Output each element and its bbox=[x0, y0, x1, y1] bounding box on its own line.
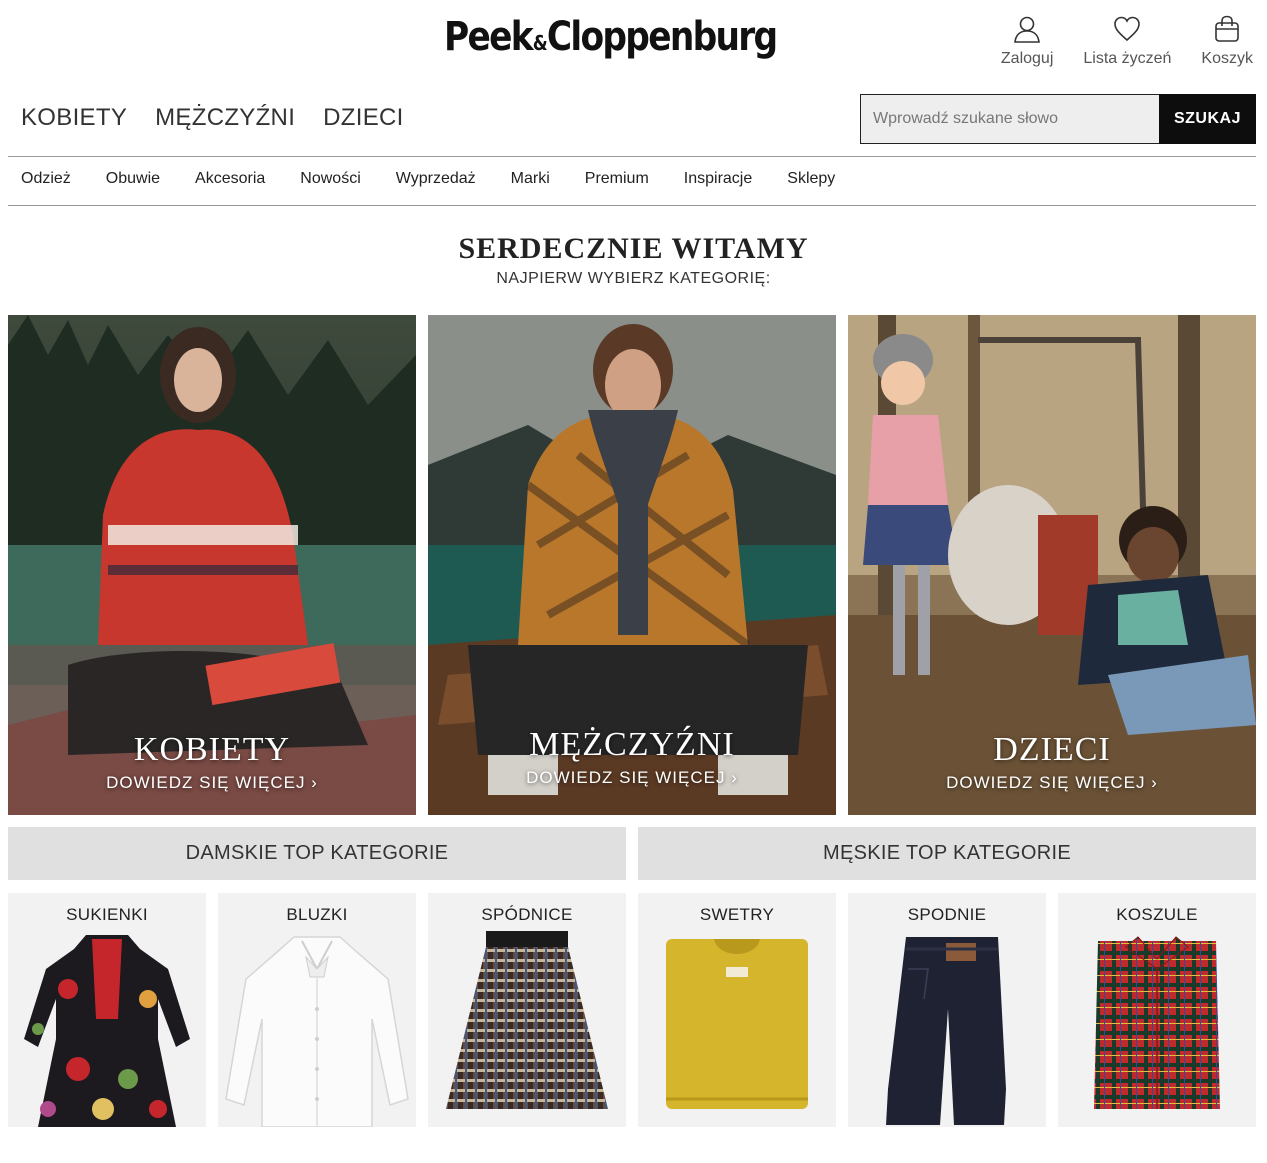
nav-clothing[interactable]: Odzież bbox=[21, 170, 71, 188]
welcome-title: SERDECZNIE WITAMY bbox=[458, 232, 809, 265]
cart-button[interactable]: Koszyk bbox=[1201, 14, 1253, 68]
category-skirts-label: SPÓDNICE bbox=[481, 905, 573, 924]
hero-women[interactable]: KOBIETY DOWIEDZ SIĘ WIĘCEJ › bbox=[8, 315, 416, 815]
category-nav: Odzież Obuwie Akcesoria Nowości Wyprzeda… bbox=[21, 170, 870, 188]
dress-icon bbox=[24, 935, 190, 1127]
category-shirts[interactable]: KOSZULE bbox=[1058, 893, 1256, 1127]
bag-icon bbox=[1215, 15, 1240, 42]
category-dresses[interactable]: SUKIENKI bbox=[8, 893, 206, 1127]
women-top-categories-heading: DAMSKIE TOP KATEGORIE bbox=[8, 827, 626, 880]
nav-accessories[interactable]: Akcesoria bbox=[195, 170, 265, 188]
category-sweaters[interactable]: SWETRY bbox=[638, 893, 836, 1127]
jeans-icon bbox=[886, 937, 1006, 1125]
gender-nav: KOBIETY MĘŻCZYŹNI DZIECI bbox=[21, 104, 404, 132]
nav-inspiration[interactable]: Inspiracje bbox=[684, 170, 752, 188]
nav-men[interactable]: MĘŻCZYŹNI bbox=[155, 104, 295, 132]
hero-men-label: MĘŻCZYŹNI DOWIEDZ SIĘ WIĘCEJ › bbox=[428, 726, 836, 788]
hero-men[interactable]: MĘŻCZYŹNI DOWIEDZ SIĘ WIĘCEJ › bbox=[428, 315, 836, 815]
hero-men-more[interactable]: DOWIEDZ SIĘ WIĘCEJ › bbox=[428, 768, 836, 788]
nav-stores[interactable]: Sklepy bbox=[787, 170, 835, 188]
welcome-subtitle: NAJPIERW WYBIERZ KATEGORIĘ: bbox=[496, 270, 771, 287]
category-blouses[interactable]: BLUZKI bbox=[218, 893, 416, 1127]
hero-kids-title: DZIECI bbox=[993, 731, 1111, 768]
login-button[interactable]: Zaloguj bbox=[1001, 14, 1053, 68]
skirt-icon bbox=[446, 931, 608, 1109]
nav-brands[interactable]: Marki bbox=[511, 170, 550, 188]
hero-kids-more[interactable]: DOWIEDZ SIĘ WIĘCEJ › bbox=[848, 773, 1256, 793]
user-icon bbox=[1014, 16, 1041, 43]
user-actions: Zaloguj Lista życzeń Koszyk bbox=[1001, 14, 1253, 68]
search-bar: SZUKAJ bbox=[860, 94, 1256, 144]
sweater-icon bbox=[666, 939, 808, 1109]
heart-icon bbox=[1114, 16, 1141, 42]
hero-kids[interactable]: DZIECI DOWIEDZ SIĘ WIĘCEJ › bbox=[848, 315, 1256, 815]
category-sweaters-label: SWETRY bbox=[699, 905, 775, 924]
search-button[interactable]: SZUKAJ bbox=[1159, 94, 1256, 144]
hero-women-more[interactable]: DOWIEDZ SIĘ WIĘCEJ › bbox=[8, 773, 416, 793]
search-input[interactable] bbox=[860, 94, 1159, 144]
nav-shoes[interactable]: Obuwie bbox=[106, 170, 160, 188]
shirt-icon bbox=[1094, 936, 1220, 1109]
nav-women[interactable]: KOBIETY bbox=[21, 104, 127, 132]
nav-kids[interactable]: DZIECI bbox=[323, 104, 403, 132]
divider bbox=[8, 156, 1256, 157]
login-label: Zaloguj bbox=[1000, 50, 1054, 67]
category-blouses-label: BLUZKI bbox=[286, 905, 348, 924]
divider bbox=[8, 205, 1256, 206]
nav-premium[interactable]: Premium bbox=[585, 170, 649, 188]
hero-women-title: KOBIETY bbox=[133, 731, 291, 768]
wishlist-button[interactable]: Lista życzeń bbox=[1083, 14, 1171, 68]
category-skirts[interactable]: SPÓDNICE bbox=[428, 893, 626, 1127]
hero-kids-label: DZIECI DOWIEDZ SIĘ WIĘCEJ › bbox=[848, 731, 1256, 793]
nav-sale[interactable]: Wyprzedaż bbox=[396, 170, 476, 188]
category-trousers[interactable]: SPODNIE bbox=[848, 893, 1046, 1127]
cart-label: Koszyk bbox=[1201, 50, 1253, 67]
blouse-icon bbox=[225, 936, 409, 1127]
hero-men-title: MĘŻCZYŹNI bbox=[529, 726, 735, 763]
wishlist-label: Lista życzeń bbox=[1083, 50, 1172, 67]
category-trousers-label: SPODNIE bbox=[907, 905, 987, 924]
hero-women-label: KOBIETY DOWIEDZ SIĘ WIĘCEJ › bbox=[8, 731, 416, 793]
men-top-categories-heading: MĘSKIE TOP KATEGORIE bbox=[638, 827, 1256, 880]
category-dresses-label: SUKIENKI bbox=[66, 905, 148, 924]
category-shirts-label: KOSZULE bbox=[1116, 905, 1198, 924]
brand-logo[interactable]: Peek&Cloppenburg bbox=[444, 14, 824, 72]
nav-new[interactable]: Nowości bbox=[300, 170, 360, 188]
